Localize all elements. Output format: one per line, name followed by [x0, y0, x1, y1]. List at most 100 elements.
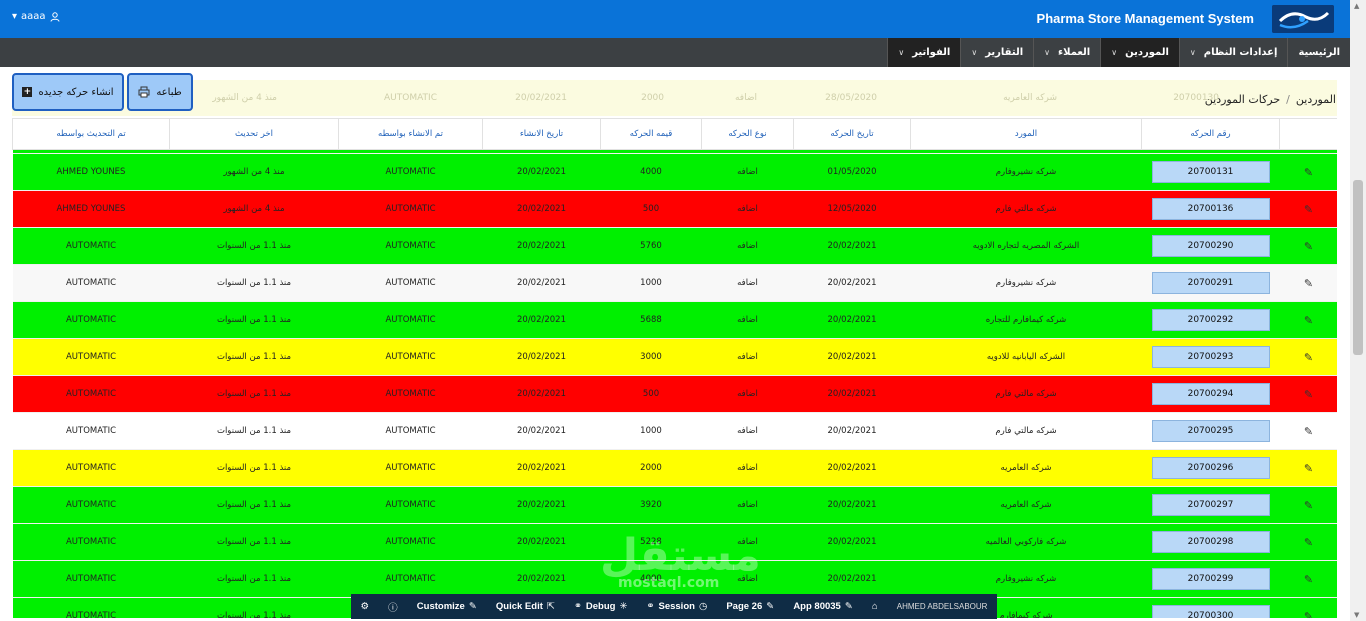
movement-id-field[interactable]: 20700292 [1151, 309, 1270, 331]
cell-updated-by: AUTOMATIC [12, 264, 170, 302]
cell-created-by: AUTOMATIC [338, 486, 483, 524]
chevron-down-icon: ∨ [1111, 48, 1118, 57]
cell-amount: 500 [600, 375, 702, 413]
print-button[interactable]: طباعه [127, 73, 193, 111]
cell-created-by: AUTOMATIC [338, 449, 483, 487]
cell-amount: 3920 [600, 486, 702, 524]
nav-item-settings[interactable]: إعدادات النظام ∨ [1178, 38, 1288, 67]
page-scrollbar[interactable]: ▲ ▼ [1350, 0, 1366, 621]
scroll-down-arrow-icon[interactable]: ▼ [1354, 611, 1359, 619]
debug-button[interactable]: ⚭ Debug ✳ [574, 601, 628, 612]
edit-icon[interactable]: ✎ [1304, 351, 1313, 364]
user-menu[interactable]: ▾ aaaa [12, 11, 60, 22]
cell-created: 20/02/2021 [482, 338, 601, 376]
movement-id-field[interactable]: 20700297 [1151, 494, 1270, 516]
chevron-down-icon: ∨ [1044, 48, 1050, 57]
nav-item-suppliers[interactable]: الموردين ∨ [1100, 38, 1179, 67]
table-row[interactable]: AUTOMATICمنذ 1.1 من السنواتAUTOMATIC20/0… [12, 449, 1337, 487]
column-header-created-by[interactable]: تم الانشاء بواسطه [338, 118, 483, 150]
cell-edit: ✎ [1279, 264, 1337, 302]
column-header-updated-by[interactable]: تم التحديث بواسطه [12, 118, 170, 150]
movement-id-field[interactable]: 20700298 [1151, 531, 1270, 553]
edit-icon[interactable]: ✎ [1304, 425, 1313, 438]
edit-icon[interactable]: ✎ [1304, 462, 1313, 475]
nav-item-invoices[interactable]: الفواتير ∨ [887, 38, 961, 67]
table-row[interactable]: AUTOMATICمنذ 1.1 من السنواتAUTOMATIC20/0… [12, 227, 1337, 265]
table-row[interactable]: AUTOMATICمنذ 1.1 من السنواتAUTOMATIC20/0… [12, 560, 1337, 598]
table-row[interactable]: AUTOMATICمنذ 1.1 من السنواتAUTOMATIC20/0… [12, 486, 1337, 524]
edit-icon[interactable]: ✎ [1304, 388, 1313, 401]
table-row[interactable]: AUTOMATICمنذ 1.1 من السنواتAUTOMATIC20/0… [12, 412, 1337, 450]
table-row[interactable]: AUTOMATICمنذ 1.1 من السنواتAUTOMATIC20/0… [12, 301, 1337, 339]
top-header: ▾ aaaa Pharma Store Management System [0, 0, 1350, 38]
nav-item-reports[interactable]: التقارير ∨ [960, 38, 1033, 67]
gear-icon[interactable]: ⚙ [361, 601, 370, 612]
chevron-down-icon: ∨ [898, 48, 905, 57]
table-row[interactable]: AHMED YOUNES منذ 4 من الشهور AUTOMATIC 20/0… [12, 153, 1337, 191]
edit-icon[interactable]: ✎ [1304, 610, 1313, 619]
edit-icon[interactable]: ✎ [1304, 166, 1313, 179]
scrollbar-thumb[interactable] [1353, 180, 1363, 355]
cell-amount: 4000 [600, 153, 702, 191]
edit-icon[interactable]: ✎ [1304, 536, 1313, 549]
cell-date: 20/02/2021 [793, 338, 911, 376]
username: aaaa [21, 11, 46, 22]
info-icon[interactable]: ⓘ [388, 600, 398, 614]
cell-edit: ✎ [1279, 449, 1337, 487]
column-header-updated[interactable]: اخر تحديث [169, 118, 339, 150]
edit-icon[interactable]: ✎ [1304, 573, 1313, 586]
customize-button[interactable]: Customize ✎ [417, 601, 477, 612]
cell-edit: ✎ [1279, 597, 1337, 619]
home-icon[interactable]: ⌂ [872, 601, 878, 612]
quick-edit-button[interactable]: Quick Edit ⇱ [496, 601, 555, 612]
column-header-type[interactable]: نوع الحركه [701, 118, 794, 150]
column-header-date[interactable]: تاريخ الحركه [793, 118, 911, 150]
movement-id-field[interactable]: 20700291 [1151, 272, 1270, 294]
table-row[interactable]: AHMED YOUNES منذ 4 من الشهور AUTOMATIC 20/0… [12, 190, 1337, 228]
movement-id-field[interactable]: 20700295 [1151, 420, 1270, 442]
column-header-amount[interactable]: قيمه الحركه [600, 118, 702, 150]
table-row[interactable]: AUTOMATICمنذ 1.1 من السنواتAUTOMATIC20/0… [12, 264, 1337, 302]
session-button[interactable]: ⚭ Session ◷ [647, 601, 708, 612]
column-header-created[interactable]: تاريخ الانشاء [482, 118, 601, 150]
edit-icon[interactable]: ✎ [1304, 203, 1313, 216]
movement-id-field[interactable]: 20700293 [1151, 346, 1270, 368]
column-header-supplier[interactable]: المورد [910, 118, 1142, 150]
breadcrumb-parent[interactable]: الموردين [1296, 93, 1336, 106]
movement-id-field[interactable]: 20700296 [1151, 457, 1270, 479]
table-row[interactable]: AUTOMATICمنذ 1.1 من السنواتAUTOMATIC20/0… [12, 338, 1337, 376]
user-icon [50, 11, 60, 22]
cell-id: 20700293 [1141, 338, 1280, 376]
cell-updated-by: AUTOMATIC [12, 412, 170, 450]
movement-id-field[interactable]: 20700294 [1151, 383, 1270, 405]
movement-id-field[interactable]: 20700290 [1151, 235, 1270, 257]
edit-icon[interactable]: ✎ [1304, 499, 1313, 512]
table-row[interactable]: AUTOMATICمنذ 1.1 من السنواتAUTOMATIC20/0… [12, 523, 1337, 561]
column-header-id[interactable]: رقم الحركه [1141, 118, 1280, 150]
cell-created-by: AUTOMATIC [338, 523, 483, 561]
cell-edit: ✎ [1279, 523, 1337, 561]
edit-icon[interactable]: ✎ [1304, 240, 1313, 253]
cell-supplier: الشركه اليابانيه للادويه [910, 338, 1142, 376]
cell-created-by: AUTOMATIC [338, 412, 483, 450]
page-info[interactable]: Page 26 ✎ [726, 601, 774, 612]
cell-date: 20/02/2021 [793, 264, 911, 302]
cell-supplier: شركه نشيروفارم [910, 153, 1142, 191]
scroll-up-arrow-icon[interactable]: ▲ [1354, 2, 1359, 10]
cell-type: اضافه [701, 153, 794, 191]
cell-date: 20/02/2021 [793, 486, 911, 524]
table-row[interactable]: AUTOMATICمنذ 1.1 من السنواتAUTOMATIC20/0… [12, 375, 1337, 413]
movement-id-field[interactable]: 20700136 [1151, 198, 1270, 220]
nav-item-home[interactable]: الرئيسية [1287, 38, 1350, 67]
app-info[interactable]: App 80035 ✎ [793, 601, 853, 612]
nav-item-customers[interactable]: العملاء ∨ [1033, 38, 1100, 67]
create-new-movement-button[interactable]: + انشاء حركه جديده [12, 73, 124, 111]
movement-id-field[interactable]: 20700300 [1151, 605, 1270, 618]
cell-date: 12/05/2020 [793, 190, 911, 228]
movement-id-field[interactable]: 20700131 [1151, 161, 1270, 183]
movement-id-field[interactable]: 20700299 [1151, 568, 1270, 590]
cell-supplier: الشركه المصريه لتجاره الادويه [910, 227, 1142, 265]
edit-icon[interactable]: ✎ [1304, 277, 1313, 290]
toggle-icon: ⚭ [646, 601, 655, 612]
edit-icon[interactable]: ✎ [1304, 314, 1313, 327]
